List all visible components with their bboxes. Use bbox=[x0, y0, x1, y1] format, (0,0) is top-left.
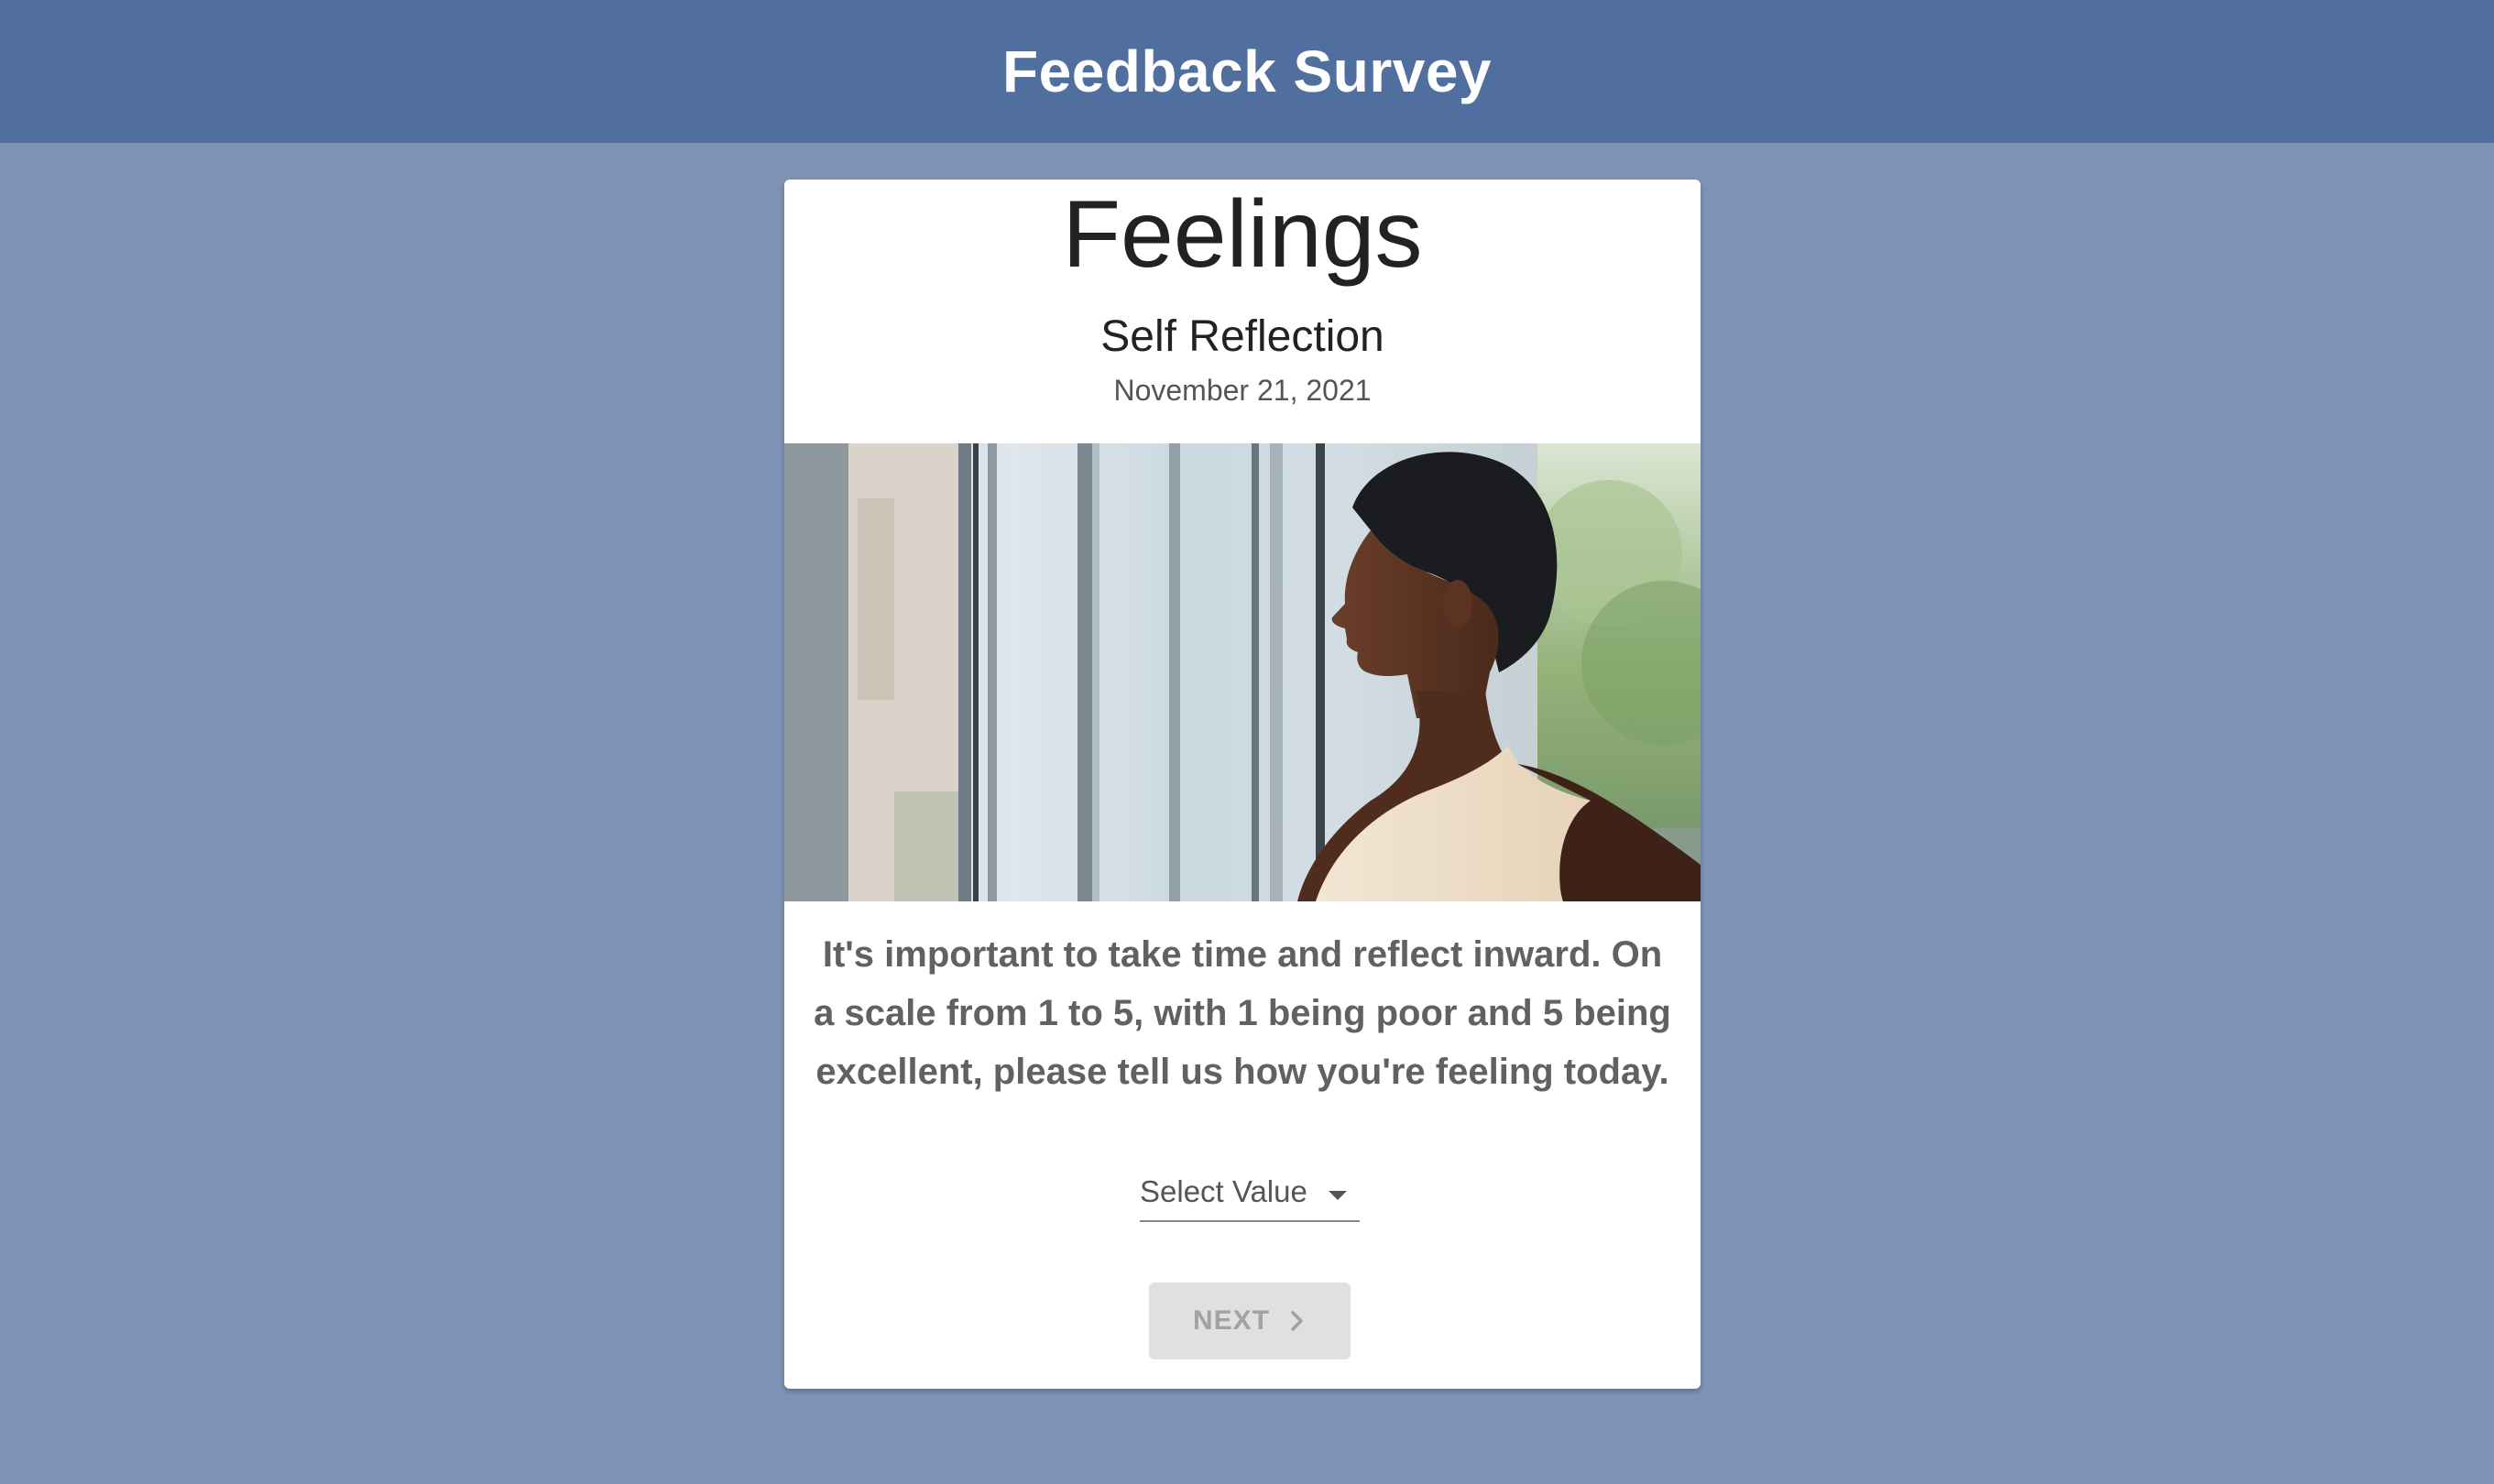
rating-select-label: Select Value bbox=[1140, 1174, 1307, 1208]
survey-card: Feelings Self Reflection November 21, 20… bbox=[784, 180, 1701, 1389]
survey-question: It's important to take time and reflect … bbox=[814, 934, 1671, 1092]
next-button[interactable]: NEXT bbox=[1149, 1282, 1351, 1359]
card-date: November 21, 2021 bbox=[1113, 374, 1372, 407]
caret-down-icon bbox=[1329, 1191, 1347, 1200]
chevron-right-icon bbox=[1291, 1311, 1303, 1331]
rating-select[interactable]: Select Value bbox=[1140, 1169, 1360, 1222]
reflection-photo bbox=[784, 443, 1701, 901]
app-title: Feedback Survey bbox=[1002, 38, 1492, 104]
next-button-label: NEXT bbox=[1192, 1305, 1270, 1336]
card-subtitle: Self Reflection bbox=[1100, 312, 1384, 361]
app-header: Feedback Survey bbox=[0, 0, 2494, 143]
card-title: Feelings bbox=[1062, 181, 1423, 288]
